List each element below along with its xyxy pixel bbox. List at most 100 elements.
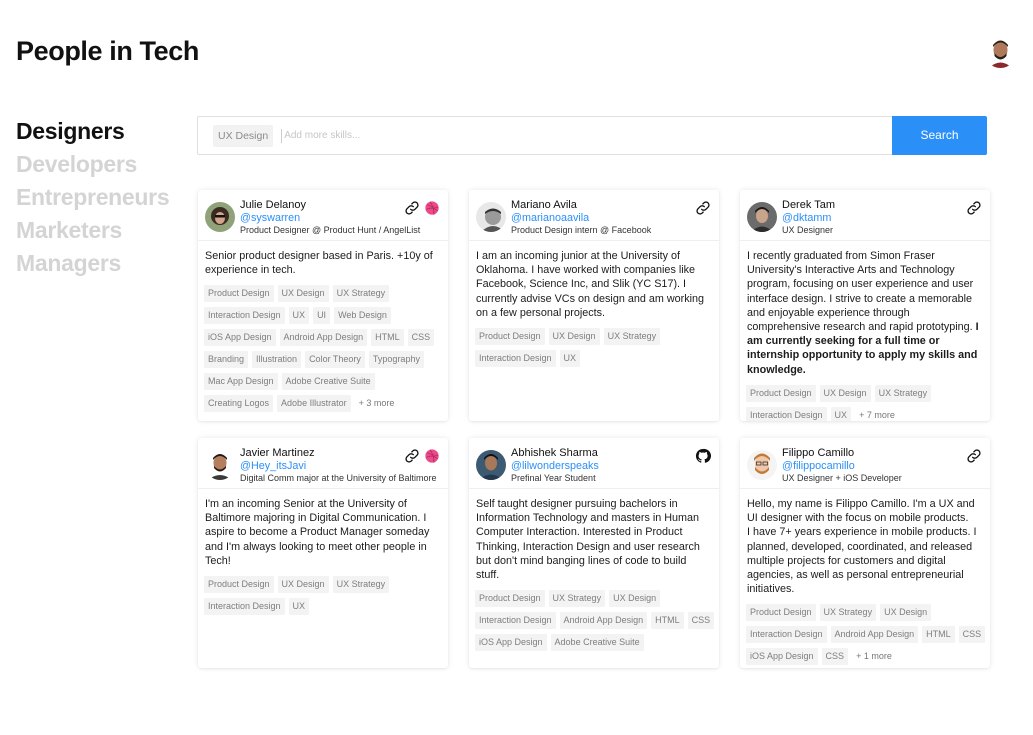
profile-avatar[interactable] bbox=[985, 37, 1016, 68]
skill-tag[interactable]: Product Design bbox=[746, 384, 816, 402]
skill-tag[interactable]: CSS bbox=[687, 612, 715, 630]
more-skills-link[interactable]: + 1 more bbox=[852, 648, 896, 665]
avatar[interactable] bbox=[205, 450, 235, 480]
avatar[interactable] bbox=[205, 202, 235, 232]
skill-tag[interactable]: Product Design bbox=[204, 576, 274, 594]
twitter-handle[interactable]: @marianoaavila bbox=[511, 212, 589, 224]
skill-tag[interactable]: UX bbox=[288, 598, 310, 616]
skill-tag[interactable]: Typography bbox=[368, 351, 424, 369]
skill-tag[interactable]: Product Design bbox=[475, 590, 545, 608]
card-header: Abhishek Sharma @lilwonderspeaks Prefina… bbox=[469, 438, 719, 489]
person-bio: I'm an incoming Senior at the University… bbox=[205, 498, 430, 567]
skill-tag[interactable]: Web Design bbox=[334, 307, 391, 325]
skill-tag[interactable]: Product Design bbox=[204, 285, 274, 303]
nav-developers[interactable]: Developers bbox=[16, 148, 169, 181]
twitter-handle[interactable]: @syswarren bbox=[240, 212, 300, 224]
nav-entrepreneurs[interactable]: Entrepreneurs bbox=[16, 181, 170, 214]
skill-tag[interactable]: Mac App Design bbox=[204, 373, 278, 391]
skill-tag[interactable]: UX Design bbox=[277, 285, 329, 303]
more-skills-link[interactable]: + 3 more bbox=[355, 395, 399, 412]
skill-tag[interactable]: Interaction Design bbox=[746, 406, 827, 421]
skill-tag[interactable]: UX Design bbox=[880, 604, 932, 622]
skill-tag[interactable]: Adobe Illustrator bbox=[277, 395, 351, 413]
skill-tag[interactable]: UX Design bbox=[548, 328, 600, 346]
profile-card: Julie Delanoy @syswarren Product Designe… bbox=[198, 190, 448, 421]
skill-tag[interactable]: HTML bbox=[651, 612, 684, 630]
card-header: Mariano Avila @marianoaavila Product Des… bbox=[469, 190, 719, 241]
dribbble-icon[interactable] bbox=[424, 448, 440, 464]
twitter-handle[interactable]: @Hey_itsJavi bbox=[240, 460, 306, 472]
skill-tag[interactable]: UX Strategy bbox=[332, 285, 390, 303]
avatar[interactable] bbox=[747, 450, 777, 480]
skill-tag[interactable]: iOS App Design bbox=[204, 329, 276, 347]
skill-tag[interactable]: Interaction Design bbox=[204, 598, 285, 616]
skill-search-bar: UX Design Search bbox=[197, 115, 987, 155]
skill-search-input[interactable] bbox=[281, 128, 892, 143]
skill-tag[interactable]: HTML bbox=[922, 626, 955, 644]
nav-designers[interactable]: Designers bbox=[16, 115, 169, 148]
card-header: Javier Martinez @Hey_itsJavi Digital Com… bbox=[198, 438, 448, 489]
avatar-image bbox=[747, 202, 777, 232]
skill-tag[interactable]: CSS bbox=[821, 648, 849, 666]
skill-tag[interactable]: UX Design bbox=[277, 576, 329, 594]
skill-tag[interactable]: Creating Logos bbox=[204, 395, 274, 413]
avatar[interactable] bbox=[476, 202, 506, 232]
skill-tag[interactable]: Product Design bbox=[475, 328, 545, 346]
selected-skill-chip[interactable]: UX Design bbox=[213, 124, 274, 147]
link-icon[interactable] bbox=[966, 448, 982, 464]
twitter-handle[interactable]: @lilwonderspeaks bbox=[511, 460, 599, 472]
skill-tag[interactable]: UX Strategy bbox=[548, 590, 606, 608]
skill-tag[interactable]: Android App Design bbox=[830, 626, 919, 644]
skill-tag[interactable]: CSS bbox=[958, 626, 986, 644]
skill-tag[interactable]: UX Strategy bbox=[603, 328, 661, 346]
skill-tag[interactable]: Branding bbox=[204, 351, 249, 369]
person-role: Digital Comm major at the University of … bbox=[240, 473, 437, 483]
skill-tag[interactable]: Adobe Creative Suite bbox=[281, 373, 375, 391]
skill-tag[interactable]: Adobe Creative Suite bbox=[550, 634, 644, 652]
skill-tag[interactable]: UX bbox=[288, 307, 310, 325]
link-icon[interactable] bbox=[966, 200, 982, 216]
skill-tag[interactable]: Product Design bbox=[746, 604, 816, 622]
skill-tag[interactable]: CSS bbox=[407, 329, 435, 347]
skill-tag[interactable]: Interaction Design bbox=[475, 612, 556, 630]
skill-tag[interactable]: UX Strategy bbox=[332, 576, 390, 594]
person-bio: Hello, my name is Filippo Camillo. I'm a… bbox=[747, 498, 977, 596]
skill-tag[interactable]: UI bbox=[313, 307, 331, 325]
nav-managers[interactable]: Managers bbox=[16, 247, 169, 280]
skill-tag[interactable]: UX Strategy bbox=[874, 384, 932, 402]
search-button[interactable]: Search bbox=[892, 115, 987, 155]
twitter-handle[interactable]: @dktamm bbox=[782, 212, 831, 224]
nav-marketers[interactable]: Marketers bbox=[16, 214, 169, 247]
avatar-image bbox=[205, 450, 235, 480]
person-role: Product Designer @ Product Hunt / AngelL… bbox=[240, 225, 421, 235]
skill-tag[interactable]: UX bbox=[559, 350, 581, 368]
skill-tag[interactable]: Interaction Design bbox=[204, 307, 285, 325]
skill-tag[interactable]: Android App Design bbox=[279, 329, 368, 347]
skill-tag[interactable]: UX Design bbox=[819, 384, 871, 402]
profile-card: Abhishek Sharma @lilwonderspeaks Prefina… bbox=[469, 438, 719, 668]
skill-tag[interactable]: UX Design bbox=[609, 590, 661, 608]
link-icon[interactable] bbox=[404, 448, 420, 464]
skill-tag[interactable]: Android App Design bbox=[559, 612, 648, 630]
person-role: UX Designer bbox=[782, 225, 834, 235]
skill-tag[interactable]: UX bbox=[830, 406, 852, 421]
skill-tag[interactable]: Interaction Design bbox=[746, 626, 827, 644]
skill-tag[interactable]: Illustration bbox=[252, 351, 302, 369]
skill-tag[interactable]: iOS App Design bbox=[475, 634, 547, 652]
avatar[interactable] bbox=[476, 450, 506, 480]
more-skills-link[interactable]: + 7 more bbox=[855, 407, 899, 421]
link-icon[interactable] bbox=[404, 200, 420, 216]
skill-tag[interactable]: Interaction Design bbox=[475, 350, 556, 368]
profile-avatar-image bbox=[985, 37, 1016, 68]
dribbble-icon[interactable] bbox=[424, 200, 440, 216]
skill-tag[interactable]: Color Theory bbox=[305, 351, 365, 369]
person-name: Filippo Camillo bbox=[782, 447, 855, 459]
skill-tag[interactable]: UX Strategy bbox=[819, 604, 877, 622]
skill-tag[interactable]: iOS App Design bbox=[746, 648, 818, 666]
skill-tag[interactable]: HTML bbox=[371, 329, 404, 347]
avatar[interactable] bbox=[747, 202, 777, 232]
github-icon[interactable] bbox=[695, 448, 711, 464]
social-icons bbox=[695, 200, 711, 216]
twitter-handle[interactable]: @filippocamillo bbox=[782, 460, 855, 472]
link-icon[interactable] bbox=[695, 200, 711, 216]
